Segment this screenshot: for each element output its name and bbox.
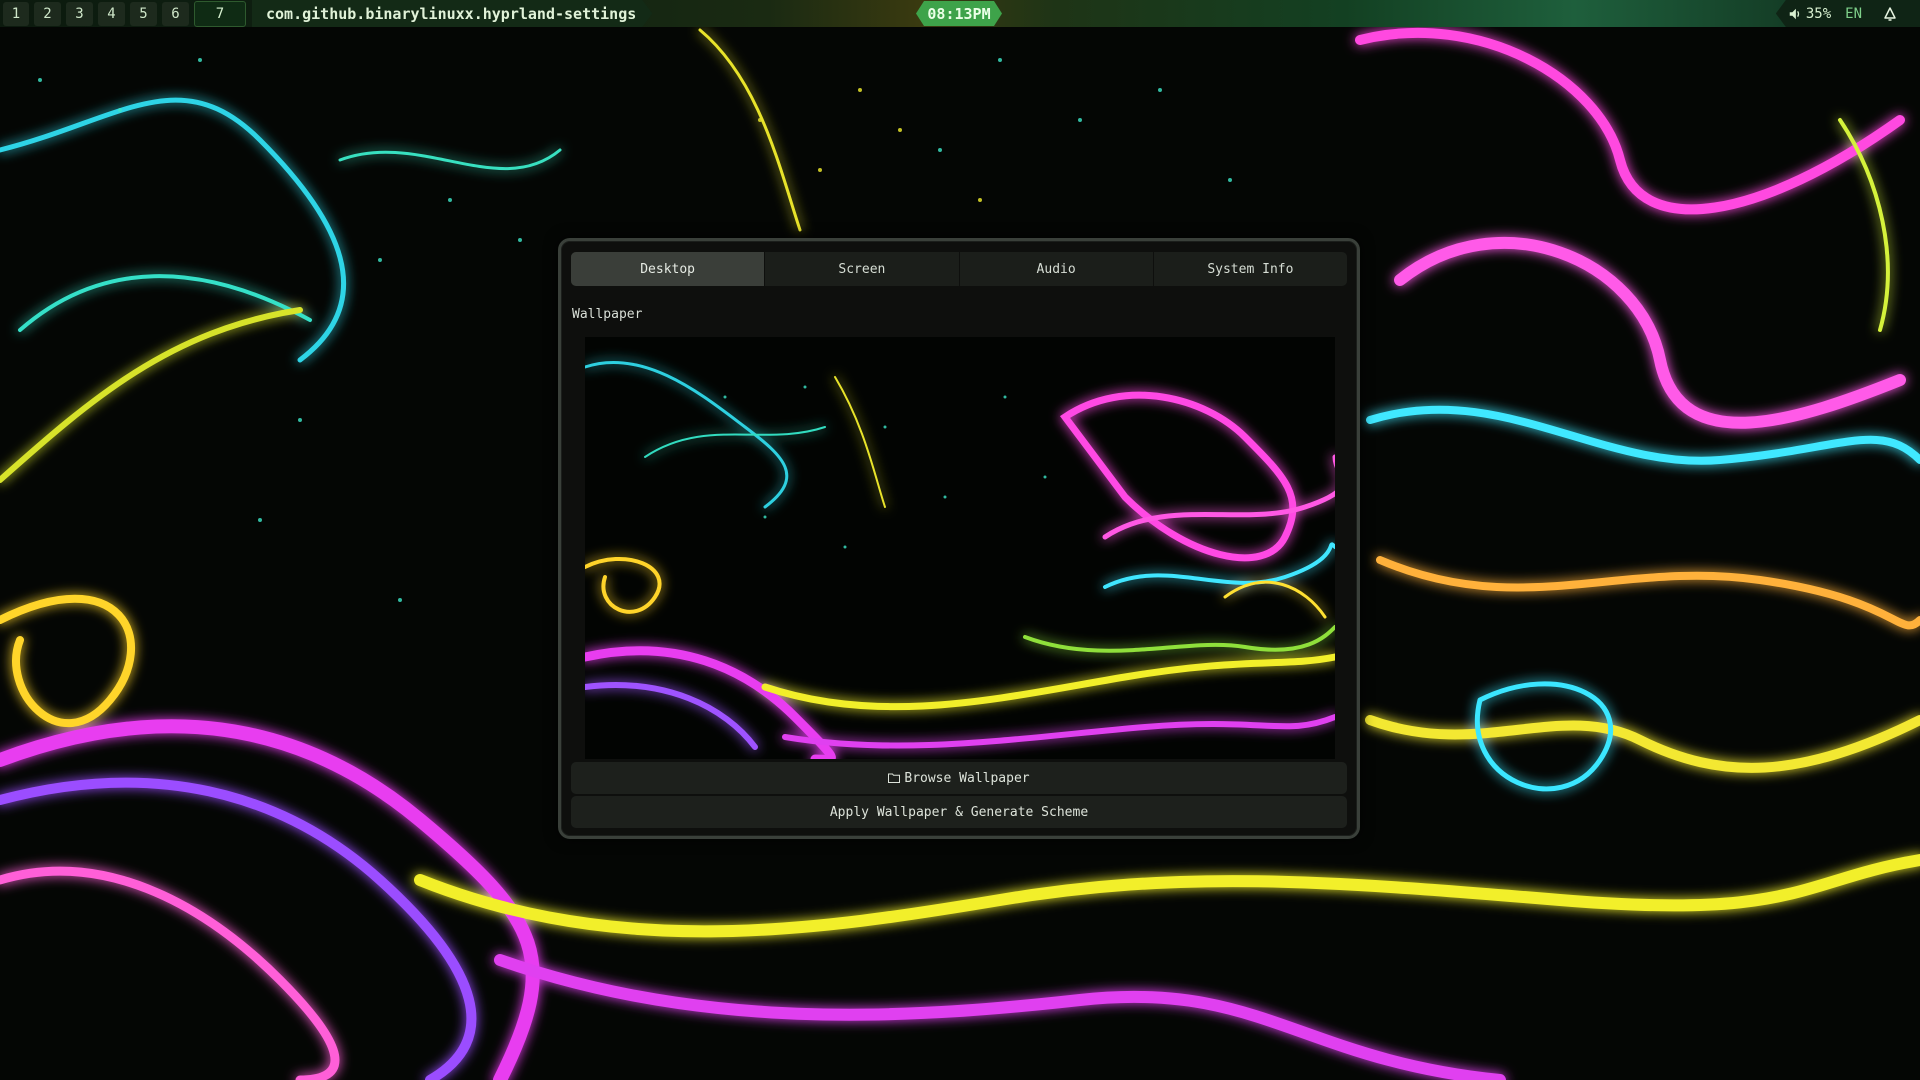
workspace-5-button[interactable]: 5 <box>130 1 157 26</box>
workspace-3-button[interactable]: 3 <box>66 1 93 26</box>
wallpaper-section-label: Wallpaper <box>572 307 643 322</box>
tab-screen[interactable]: Screen <box>765 252 960 286</box>
workspace-6-button[interactable]: 6 <box>162 1 189 26</box>
tab-desktop[interactable]: Desktop <box>571 252 766 286</box>
browse-wallpaper-button[interactable]: Browse Wallpaper <box>571 762 1347 794</box>
clock[interactable]: 08:13PM <box>916 1 1002 26</box>
workspace-7-button[interactable]: 7 <box>194 0 246 27</box>
workspace-1-button[interactable]: 1 <box>3 1 29 26</box>
volume-indicator[interactable]: 35% <box>1788 6 1831 22</box>
workspace-2-button[interactable]: 2 <box>34 1 61 26</box>
tab-system-info[interactable]: System Info <box>1154 252 1347 286</box>
active-window-title: com.github.binarylinuxx.hyprland-setting… <box>252 0 652 27</box>
volume-level: 35% <box>1805 5 1832 22</box>
bell-icon[interactable] <box>1882 6 1898 22</box>
browse-wallpaper-label: Browse Wallpaper <box>904 770 1030 786</box>
keyboard-layout[interactable]: EN <box>1845 6 1862 22</box>
apply-wallpaper-button[interactable]: Apply Wallpaper & Generate Scheme <box>571 796 1347 828</box>
tab-bar: Desktop Screen Audio System Info <box>571 252 1347 286</box>
folder-icon <box>888 773 901 783</box>
system-tray: 35% EN <box>1775 0 1920 27</box>
workspace-4-button[interactable]: 4 <box>98 1 125 26</box>
tab-audio[interactable]: Audio <box>960 252 1154 286</box>
speaker-icon <box>1789 8 1799 19</box>
workspace-switcher: 1 2 3 4 5 6 7 <box>0 0 246 27</box>
settings-window: Desktop Screen Audio System Info Wallpap… <box>558 238 1360 839</box>
wallpaper-preview <box>585 337 1335 759</box>
top-bar: 1 2 3 4 5 6 7 com.github.binarylinuxx.hy… <box>0 0 1920 27</box>
